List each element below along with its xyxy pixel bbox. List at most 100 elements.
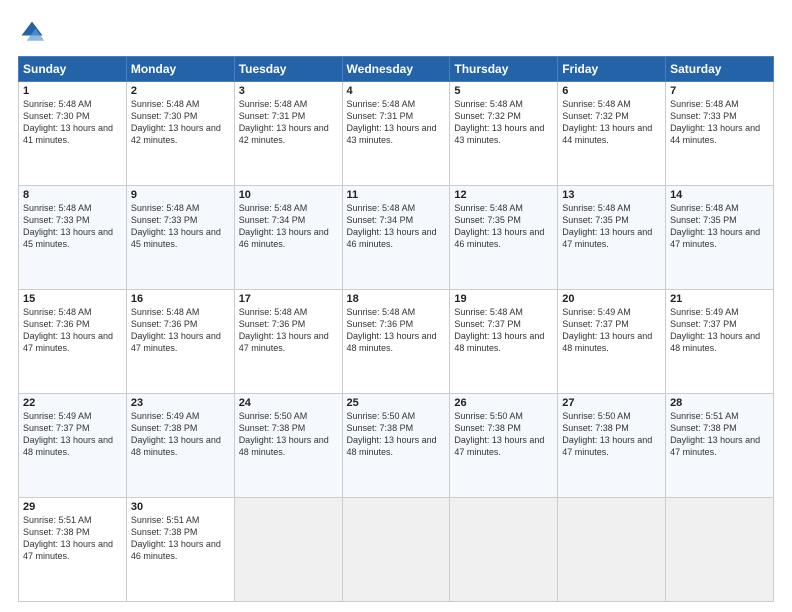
day-info: Sunrise: 5:50 AMSunset: 7:38 PMDaylight:… [239,410,338,459]
day-info: Sunrise: 5:50 AMSunset: 7:38 PMDaylight:… [454,410,553,459]
weekday-header: Sunday [19,57,127,82]
day-info: Sunrise: 5:48 AMSunset: 7:35 PMDaylight:… [670,202,769,251]
day-info: Sunrise: 5:48 AMSunset: 7:32 PMDaylight:… [562,98,661,147]
day-info: Sunrise: 5:49 AMSunset: 7:37 PMDaylight:… [670,306,769,355]
day-number: 25 [347,397,446,409]
calendar-week-row: 22Sunrise: 5:49 AMSunset: 7:37 PMDayligh… [19,394,774,498]
calendar-cell: 16Sunrise: 5:48 AMSunset: 7:36 PMDayligh… [126,290,234,394]
calendar-cell: 12Sunrise: 5:48 AMSunset: 7:35 PMDayligh… [450,186,558,290]
day-number: 22 [23,397,122,409]
day-info: Sunrise: 5:48 AMSunset: 7:34 PMDaylight:… [239,202,338,251]
calendar-cell [666,498,774,602]
day-number: 12 [454,189,553,201]
day-info: Sunrise: 5:49 AMSunset: 7:37 PMDaylight:… [562,306,661,355]
day-info: Sunrise: 5:48 AMSunset: 7:33 PMDaylight:… [670,98,769,147]
day-number: 10 [239,189,338,201]
day-number: 1 [23,85,122,97]
day-info: Sunrise: 5:50 AMSunset: 7:38 PMDaylight:… [347,410,446,459]
day-number: 21 [670,293,769,305]
day-number: 13 [562,189,661,201]
calendar-cell: 23Sunrise: 5:49 AMSunset: 7:38 PMDayligh… [126,394,234,498]
day-number: 17 [239,293,338,305]
day-number: 23 [131,397,230,409]
page: SundayMondayTuesdayWednesdayThursdayFrid… [0,0,792,612]
calendar-cell: 27Sunrise: 5:50 AMSunset: 7:38 PMDayligh… [558,394,666,498]
day-info: Sunrise: 5:48 AMSunset: 7:31 PMDaylight:… [347,98,446,147]
calendar-cell: 18Sunrise: 5:48 AMSunset: 7:36 PMDayligh… [342,290,450,394]
logo-icon [18,18,46,46]
day-info: Sunrise: 5:48 AMSunset: 7:33 PMDaylight:… [23,202,122,251]
day-number: 2 [131,85,230,97]
calendar-cell: 29Sunrise: 5:51 AMSunset: 7:38 PMDayligh… [19,498,127,602]
calendar-cell: 6Sunrise: 5:48 AMSunset: 7:32 PMDaylight… [558,82,666,186]
calendar-cell: 17Sunrise: 5:48 AMSunset: 7:36 PMDayligh… [234,290,342,394]
calendar-cell: 11Sunrise: 5:48 AMSunset: 7:34 PMDayligh… [342,186,450,290]
day-number: 5 [454,85,553,97]
calendar-cell: 10Sunrise: 5:48 AMSunset: 7:34 PMDayligh… [234,186,342,290]
day-info: Sunrise: 5:51 AMSunset: 7:38 PMDaylight:… [23,514,122,563]
calendar-week-row: 29Sunrise: 5:51 AMSunset: 7:38 PMDayligh… [19,498,774,602]
calendar-week-row: 1Sunrise: 5:48 AMSunset: 7:30 PMDaylight… [19,82,774,186]
day-number: 14 [670,189,769,201]
day-info: Sunrise: 5:48 AMSunset: 7:35 PMDaylight:… [562,202,661,251]
day-info: Sunrise: 5:48 AMSunset: 7:36 PMDaylight:… [239,306,338,355]
day-number: 28 [670,397,769,409]
day-info: Sunrise: 5:48 AMSunset: 7:33 PMDaylight:… [131,202,230,251]
day-info: Sunrise: 5:48 AMSunset: 7:31 PMDaylight:… [239,98,338,147]
calendar-cell [342,498,450,602]
calendar-cell: 14Sunrise: 5:48 AMSunset: 7:35 PMDayligh… [666,186,774,290]
day-info: Sunrise: 5:48 AMSunset: 7:35 PMDaylight:… [454,202,553,251]
calendar-cell: 15Sunrise: 5:48 AMSunset: 7:36 PMDayligh… [19,290,127,394]
calendar-cell [450,498,558,602]
day-number: 3 [239,85,338,97]
day-info: Sunrise: 5:48 AMSunset: 7:32 PMDaylight:… [454,98,553,147]
calendar-cell: 20Sunrise: 5:49 AMSunset: 7:37 PMDayligh… [558,290,666,394]
day-number: 9 [131,189,230,201]
calendar-cell: 26Sunrise: 5:50 AMSunset: 7:38 PMDayligh… [450,394,558,498]
day-info: Sunrise: 5:49 AMSunset: 7:38 PMDaylight:… [131,410,230,459]
calendar-cell: 1Sunrise: 5:48 AMSunset: 7:30 PMDaylight… [19,82,127,186]
weekday-header: Tuesday [234,57,342,82]
calendar-cell: 7Sunrise: 5:48 AMSunset: 7:33 PMDaylight… [666,82,774,186]
day-number: 15 [23,293,122,305]
day-info: Sunrise: 5:48 AMSunset: 7:30 PMDaylight:… [23,98,122,147]
header [18,18,774,46]
day-number: 30 [131,501,230,513]
day-info: Sunrise: 5:48 AMSunset: 7:34 PMDaylight:… [347,202,446,251]
day-number: 11 [347,189,446,201]
day-number: 6 [562,85,661,97]
calendar-week-row: 8Sunrise: 5:48 AMSunset: 7:33 PMDaylight… [19,186,774,290]
day-number: 16 [131,293,230,305]
calendar-cell [558,498,666,602]
weekday-header: Monday [126,57,234,82]
calendar-cell: 28Sunrise: 5:51 AMSunset: 7:38 PMDayligh… [666,394,774,498]
day-number: 18 [347,293,446,305]
calendar-cell: 13Sunrise: 5:48 AMSunset: 7:35 PMDayligh… [558,186,666,290]
day-info: Sunrise: 5:51 AMSunset: 7:38 PMDaylight:… [670,410,769,459]
day-info: Sunrise: 5:50 AMSunset: 7:38 PMDaylight:… [562,410,661,459]
calendar-cell [234,498,342,602]
weekday-header: Wednesday [342,57,450,82]
calendar-week-row: 15Sunrise: 5:48 AMSunset: 7:36 PMDayligh… [19,290,774,394]
calendar-cell: 5Sunrise: 5:48 AMSunset: 7:32 PMDaylight… [450,82,558,186]
day-info: Sunrise: 5:48 AMSunset: 7:36 PMDaylight:… [23,306,122,355]
calendar-cell: 4Sunrise: 5:48 AMSunset: 7:31 PMDaylight… [342,82,450,186]
calendar-cell: 30Sunrise: 5:51 AMSunset: 7:38 PMDayligh… [126,498,234,602]
day-number: 27 [562,397,661,409]
day-info: Sunrise: 5:51 AMSunset: 7:38 PMDaylight:… [131,514,230,563]
calendar-cell: 2Sunrise: 5:48 AMSunset: 7:30 PMDaylight… [126,82,234,186]
day-number: 20 [562,293,661,305]
calendar-cell: 24Sunrise: 5:50 AMSunset: 7:38 PMDayligh… [234,394,342,498]
day-number: 4 [347,85,446,97]
day-number: 26 [454,397,553,409]
day-info: Sunrise: 5:48 AMSunset: 7:36 PMDaylight:… [131,306,230,355]
day-info: Sunrise: 5:48 AMSunset: 7:37 PMDaylight:… [454,306,553,355]
calendar-cell: 3Sunrise: 5:48 AMSunset: 7:31 PMDaylight… [234,82,342,186]
weekday-header: Saturday [666,57,774,82]
calendar-cell: 19Sunrise: 5:48 AMSunset: 7:37 PMDayligh… [450,290,558,394]
calendar-cell: 8Sunrise: 5:48 AMSunset: 7:33 PMDaylight… [19,186,127,290]
calendar-cell: 25Sunrise: 5:50 AMSunset: 7:38 PMDayligh… [342,394,450,498]
day-number: 24 [239,397,338,409]
day-info: Sunrise: 5:48 AMSunset: 7:30 PMDaylight:… [131,98,230,147]
calendar-cell: 9Sunrise: 5:48 AMSunset: 7:33 PMDaylight… [126,186,234,290]
